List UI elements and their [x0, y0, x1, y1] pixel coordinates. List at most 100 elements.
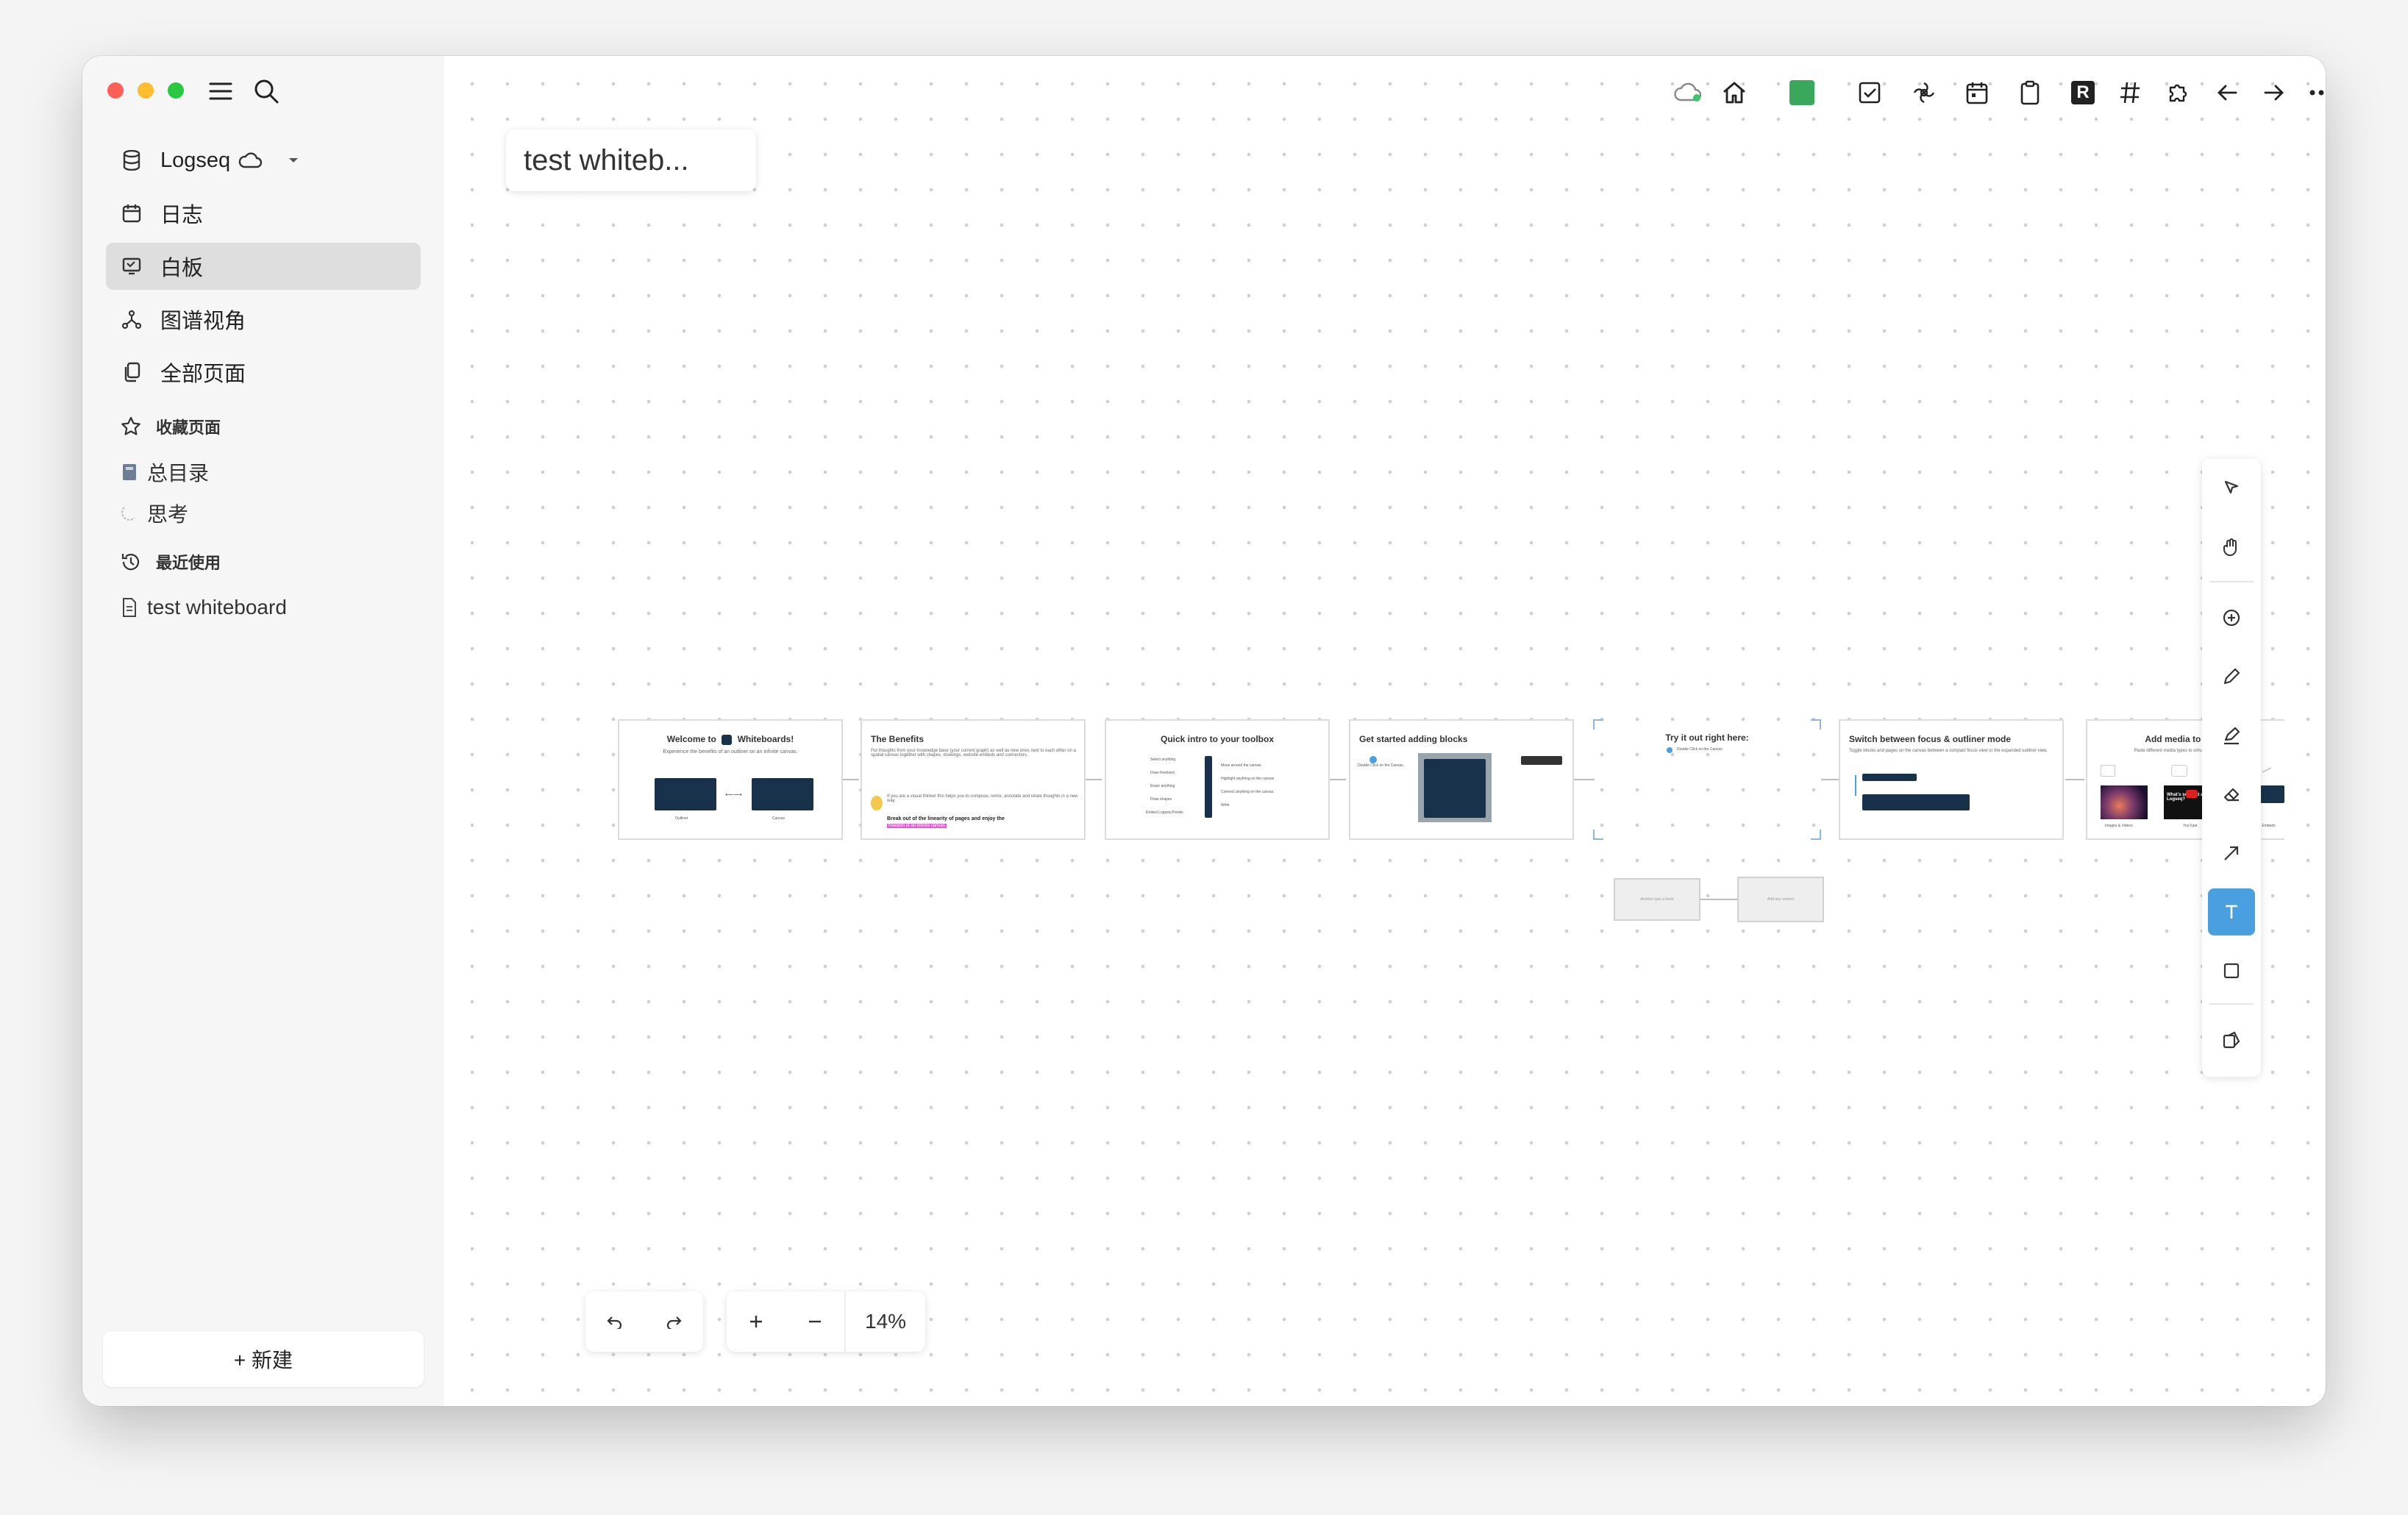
favorites-heading[interactable]: 收藏页面 — [119, 412, 221, 441]
home-icon[interactable] — [1718, 76, 1750, 109]
whiteboard-icon — [119, 254, 144, 279]
sidebar-item-label: 图谱视角 — [160, 310, 246, 333]
add-portal-button[interactable] — [2208, 594, 2255, 641]
recent-heading[interactable]: 最近使用 — [119, 547, 221, 577]
image-media-preview — [2101, 785, 2148, 819]
shape-tool-button[interactable] — [2208, 947, 2255, 994]
color-shapes-button[interactable] — [2208, 1016, 2255, 1063]
green-square-icon[interactable] — [1786, 76, 1818, 109]
link-placeholder-icon — [2259, 765, 2274, 775]
connector — [2065, 779, 2084, 780]
onboarding-card-benefits[interactable]: The Benefits Put thoughts from your know… — [861, 719, 1086, 840]
history-icon — [119, 550, 143, 574]
section-label: 收藏页面 — [156, 418, 221, 437]
toolbox-row: Select anything — [1150, 758, 1176, 762]
card-title: Get started adding blocks — [1359, 734, 1468, 744]
sidebar-item-label: 白板 — [160, 257, 204, 280]
favorite-item[interactable]: 思考 — [119, 497, 188, 530]
todo-checkbox-icon[interactable] — [1853, 76, 1886, 109]
selection-corner — [1593, 719, 1603, 730]
connector — [843, 779, 859, 780]
hashtag-icon[interactable] — [2114, 76, 2146, 109]
minimize-window-button[interactable] — [138, 82, 154, 99]
zoom-in-button[interactable] — [727, 1291, 786, 1352]
arrow-right-icon[interactable] — [2258, 76, 2290, 109]
image-placeholder-icon — [2101, 765, 2115, 777]
connector-tool-button[interactable] — [2208, 830, 2255, 877]
card-title: Quick intro to your toolbox — [1161, 734, 1274, 744]
maximize-window-button[interactable] — [168, 82, 184, 99]
toolbox-row: Write — [1221, 803, 1230, 808]
sidebar-item-graph-view[interactable]: 图谱视角 — [106, 296, 421, 343]
star-icon — [119, 415, 143, 438]
sidebar-item-label: 全部页面 — [160, 363, 246, 386]
whiteboard-canvas[interactable]: R test whiteb... Welcome to Whiteboards!… — [444, 56, 2326, 1406]
editor-preview — [1424, 759, 1486, 818]
text-tool-button[interactable] — [2208, 888, 2255, 935]
menu-icon[interactable] — [206, 76, 235, 106]
graph-selector[interactable]: Logseq — [106, 137, 421, 184]
toolbox-row: Connect anything on the canvas — [1221, 790, 1274, 794]
clipboard-icon[interactable] — [2014, 76, 2046, 109]
toolbox-row: Erase anything — [1150, 784, 1175, 788]
more-icon[interactable] — [2305, 76, 2326, 109]
pan-tool-button[interactable] — [2208, 524, 2255, 571]
card-highlight-marked: freedom of an infinite canvas — [887, 824, 947, 828]
cursor-dot — [1667, 747, 1673, 753]
onboarding-card-blocks[interactable]: Get started adding blocks Double Click o… — [1349, 719, 1574, 840]
app-window: Logseq 日志 白板 图谱视角 全部页面 收藏页面 总目录 思考 最近使用 … — [82, 56, 2326, 1406]
canvas-block[interactable]: Add any content — [1737, 877, 1824, 922]
calendar-icon — [119, 201, 144, 226]
flashcards-icon[interactable] — [1908, 76, 1940, 109]
left-sidebar: Logseq 日志 白板 图谱视角 全部页面 收藏页面 总目录 思考 最近使用 … — [82, 56, 444, 1406]
r-plugin-icon[interactable]: R — [2067, 76, 2099, 109]
onboarding-card-focus-mode[interactable]: Switch between focus & outliner mode Tog… — [1839, 719, 2064, 840]
new-page-button[interactable]: + 新建 — [103, 1331, 424, 1387]
highlighter-tool-button[interactable] — [2208, 712, 2255, 759]
onboarding-card-toolbox[interactable]: Quick intro to your toolbox Select anyth… — [1105, 719, 1330, 840]
pencil-tool-button[interactable] — [2208, 653, 2255, 700]
selection-corner — [1811, 719, 1821, 730]
chevron-down-icon[interactable] — [288, 157, 299, 164]
sync-cloud-icon[interactable] — [1671, 76, 1703, 109]
graph-icon — [119, 307, 144, 332]
sidebar-item-label: 日志 — [160, 204, 204, 227]
book-icon — [119, 461, 140, 483]
toolbar-divider — [2209, 1003, 2254, 1005]
sidebar-item-all-pages[interactable]: 全部页面 — [106, 349, 421, 396]
favorite-item[interactable]: 总目录 — [119, 456, 209, 488]
compact-block-preview — [1862, 774, 1917, 781]
zoom-out-button[interactable] — [786, 1291, 844, 1352]
lightbulb-icon — [871, 796, 883, 810]
connector — [1821, 779, 1839, 780]
arrow-left-icon[interactable] — [2211, 76, 2243, 109]
whiteboard-toolbar — [2202, 459, 2261, 1077]
whiteboard-title[interactable]: test whiteb... — [506, 129, 756, 191]
toggle-line — [1855, 775, 1856, 796]
sidebar-item-whiteboards[interactable]: 白板 — [106, 243, 421, 290]
redo-button[interactable] — [644, 1291, 703, 1352]
search-icon[interactable] — [252, 76, 281, 106]
close-window-button[interactable] — [107, 82, 124, 99]
recent-item[interactable]: test whiteboard — [119, 591, 287, 624]
pages-icon — [119, 360, 144, 385]
toolbox-row: Embed Logseq Portals — [1146, 810, 1183, 815]
undo-button[interactable] — [585, 1291, 644, 1352]
card-instruction: Double Click on the Canvas — [1358, 763, 1403, 768]
card-body: Put thoughts from your knowledge base (y… — [871, 749, 1076, 758]
puzzle-icon[interactable] — [2162, 76, 2195, 109]
zoom-level[interactable]: 14% — [844, 1291, 925, 1352]
card-subtitle: Experience the benefits of an outliner o… — [663, 749, 798, 755]
thought-bubble-icon — [119, 502, 140, 524]
canvas-block[interactable]: Another type a block — [1614, 878, 1700, 921]
select-tool-button[interactable] — [2208, 465, 2255, 512]
calendar-icon[interactable] — [1961, 76, 1993, 109]
onboarding-card-welcome[interactable]: Welcome to Whiteboards! Experience the b… — [618, 719, 843, 840]
eraser-tool-button[interactable] — [2208, 771, 2255, 818]
media-label: Images & Videos — [2105, 824, 2133, 828]
zoom-controls: 14% — [727, 1291, 926, 1352]
toolbox-row: Draw freehand — [1150, 771, 1175, 775]
cursor-dot — [1369, 756, 1377, 763]
onboarding-card-try-it[interactable]: Try it out right here: Double Click on t… — [1593, 719, 1821, 840]
sidebar-item-journals[interactable]: 日志 — [106, 190, 421, 237]
